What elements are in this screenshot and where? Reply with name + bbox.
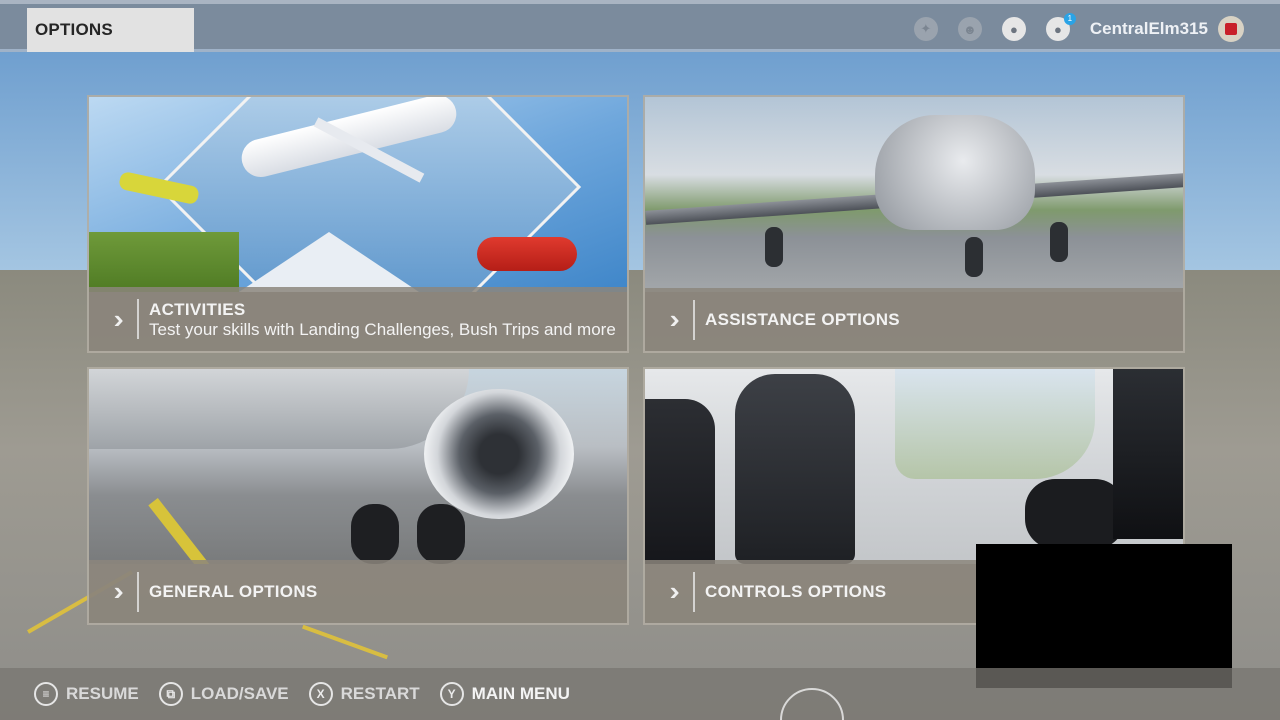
card-description: Test your skills with Landing Challenges… — [149, 319, 616, 339]
load-save-label: LOAD/SAVE — [190, 684, 289, 703]
view-button-icon: ⧉ — [158, 682, 183, 706]
avatar-icon — [1225, 23, 1237, 35]
card-footer: ›› ACTIVITIES Test your skills with Land… — [89, 287, 627, 351]
notification-badge: 1 — [1063, 13, 1076, 25]
card-title: GENERAL OPTIONS — [149, 581, 318, 601]
black-overlay — [976, 544, 1232, 688]
general-image — [89, 369, 627, 564]
top-bar: OPTIONS ✦ ☻ ● ● 1 CentralElm315 — [0, 0, 1280, 52]
main-menu-label: MAIN MENU — [471, 684, 570, 703]
chevron-right-icon: ›› — [93, 299, 139, 339]
username[interactable]: CentralElm315 — [1090, 19, 1208, 39]
restart-label: RESTART — [340, 684, 420, 703]
notifications-icon[interactable]: ● 1 — [1045, 13, 1076, 41]
card-title: CONTROLS OPTIONS — [705, 581, 887, 601]
controls-image — [645, 369, 1183, 564]
page-title: OPTIONS — [27, 8, 194, 52]
card-title: ACTIVITIES — [149, 299, 246, 319]
chevron-right-icon: ›› — [649, 299, 695, 340]
card-footer: ›› GENERAL OPTIONS — [89, 560, 627, 623]
card-title: ASSISTANCE OPTIONS — [705, 309, 900, 329]
restart-button[interactable]: X RESTART — [308, 682, 420, 706]
chevron-right-icon: ›› — [93, 571, 139, 612]
load-save-button[interactable]: ⧉ LOAD/SAVE — [158, 682, 289, 706]
card-activities[interactable]: ›› ACTIVITIES Test your skills with Land… — [87, 95, 629, 353]
menu-button-icon: ≡ — [34, 682, 58, 706]
y-button-icon: Y — [439, 682, 464, 706]
avatar[interactable] — [1218, 16, 1244, 42]
top-icons: ✦ ☻ ● ● 1 CentralElm315 — [913, 13, 1244, 42]
card-assistance-options[interactable]: ›› ASSISTANCE OPTIONS — [643, 95, 1185, 353]
main-menu-button[interactable]: Y MAIN MENU — [439, 682, 570, 706]
card-general-options[interactable]: ›› GENERAL OPTIONS — [87, 367, 629, 625]
resume-label: RESUME — [66, 684, 139, 703]
activities-image — [89, 97, 627, 292]
profile-icon[interactable]: ● — [1001, 17, 1026, 41]
bottom-action-bar: ≡ RESUME ⧉ LOAD/SAVE X RESTART Y MAIN ME… — [0, 668, 1280, 720]
assistance-image — [645, 97, 1183, 292]
achievement-icon[interactable]: ✦ — [913, 17, 938, 41]
friends-icon[interactable]: ☻ — [957, 17, 982, 41]
chevron-right-icon: ›› — [649, 571, 695, 612]
card-footer: ›› ASSISTANCE OPTIONS — [645, 288, 1183, 351]
resume-button[interactable]: ≡ RESUME — [34, 682, 139, 706]
x-button-icon: X — [308, 682, 333, 706]
